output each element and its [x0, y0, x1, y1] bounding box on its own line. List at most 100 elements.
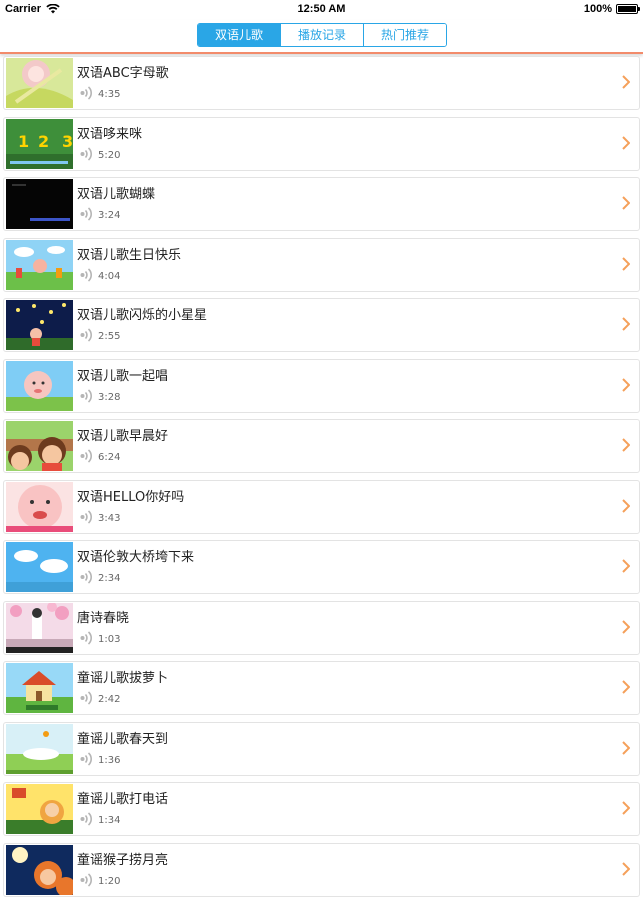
song-list: 双语ABC字母歌 4:35 123 双语哆来咪 5:20 双语儿歌蝴蝶 3:24… — [0, 56, 643, 903]
item-duration: 1:34 — [98, 815, 121, 826]
item-duration: 6:24 — [98, 452, 121, 463]
chevron-right-icon — [622, 135, 630, 150]
item-title: 童谣儿歌春天到 — [77, 731, 169, 747]
chevron-right-icon — [622, 861, 630, 876]
thumbnail-image — [6, 542, 73, 592]
speaker-icon — [80, 509, 93, 524]
chevron-right-icon — [622, 196, 630, 210]
list-item[interactable]: 双语HELLO你好吗 3:43 — [3, 479, 640, 534]
chevron-right-icon — [622, 498, 630, 513]
thumbnail-image — [6, 602, 73, 653]
speaker-icon — [80, 207, 93, 221]
speaker-icon — [80, 388, 93, 403]
thumbnail-image — [6, 239, 73, 290]
chevron-right-icon — [622, 438, 630, 452]
battery-fill — [618, 6, 636, 12]
tab-hot-recommendations[interactable]: 热门推荐 — [363, 24, 446, 46]
thumbnail-image — [6, 421, 73, 471]
list-item[interactable]: 童谣儿歌春天到 1:36 — [3, 721, 640, 776]
status-bar: Carrier 12:50 AM 100% — [0, 0, 643, 20]
item-title: 双语儿歌一起唱 — [77, 368, 169, 384]
list-item[interactable]: 双语儿歌闪烁的小星星 2:55 — [3, 298, 640, 352]
item-duration: 3:43 — [98, 512, 121, 524]
video-thumbnail — [6, 723, 73, 774]
item-title: 双语HELLO你好吗 — [77, 489, 185, 505]
tab-play-history[interactable]: 播放记录 — [280, 24, 363, 46]
speaker-icon — [80, 872, 93, 887]
svg-text:1: 1 — [18, 132, 29, 151]
speaker-icon — [80, 812, 93, 826]
item-duration: 5:20 — [98, 149, 121, 161]
item-title: 双语儿歌生日快乐 — [77, 247, 182, 263]
chevron-right-icon — [622, 801, 630, 815]
item-title: 双语哆来咪 — [77, 126, 143, 142]
item-duration: 3:28 — [98, 391, 121, 403]
chevron-right-icon — [622, 377, 630, 392]
list-item[interactable]: 双语儿歌早晨好 6:24 — [3, 419, 640, 473]
list-item[interactable]: 唐诗春晓 1:03 — [3, 600, 640, 655]
item-title: 童谣儿歌拔萝卜 — [77, 671, 169, 686]
item-duration: 1:03 — [98, 633, 121, 645]
svg-text:2: 2 — [38, 132, 49, 151]
item-title: 双语ABC字母歌 — [77, 66, 169, 81]
speaker-icon — [80, 328, 93, 342]
item-duration: 3:24 — [98, 210, 121, 221]
chevron-right-icon — [622, 740, 630, 755]
item-duration: 4:04 — [98, 270, 121, 282]
video-thumbnail — [6, 602, 73, 653]
chevron-right-icon — [622, 680, 630, 694]
item-title: 双语儿歌早晨好 — [77, 429, 169, 444]
battery-percent: 100% — [583, 3, 612, 15]
item-duration: 4:35 — [98, 89, 121, 100]
video-thumbnail — [6, 784, 73, 834]
item-title: 唐诗春晓 — [77, 610, 130, 626]
speaker-icon — [80, 449, 93, 463]
thumbnail-image — [6, 481, 73, 532]
item-title: 双语伦敦大桥垮下来 — [77, 550, 195, 565]
chevron-right-icon — [622, 75, 630, 89]
list-item[interactable]: 童谣儿歌打电话 1:34 — [3, 782, 640, 836]
thumbnail-image — [6, 844, 73, 895]
tab-bilingual-songs[interactable]: 双语儿歌 — [198, 24, 280, 46]
speaker-icon — [80, 146, 93, 161]
video-thumbnail — [6, 300, 73, 350]
speaker-icon — [80, 691, 93, 705]
list-item[interactable]: 童谣儿歌拔萝卜 2:42 — [3, 661, 640, 715]
video-thumbnail — [6, 542, 73, 592]
video-thumbnail — [6, 360, 73, 411]
battery-indicator: 100% — [583, 3, 640, 15]
thumbnail-image — [6, 360, 73, 411]
list-item[interactable]: 123 双语哆来咪 5:20 — [3, 116, 640, 171]
item-duration: 2:34 — [98, 573, 121, 584]
video-thumbnail — [6, 239, 73, 290]
chevron-right-icon — [622, 619, 630, 634]
list-item[interactable]: 双语伦敦大桥垮下来 2:34 — [3, 540, 640, 594]
item-duration: 1:36 — [98, 754, 121, 766]
speaker-icon — [80, 86, 93, 100]
list-item[interactable]: 双语儿歌生日快乐 4:04 — [3, 237, 640, 292]
list-item[interactable]: 童谣猴子捞月亮 1:20 — [3, 842, 640, 897]
thumbnail-image — [6, 300, 73, 350]
item-duration: 2:55 — [98, 331, 121, 342]
video-thumbnail: 123 — [6, 118, 73, 169]
chevron-right-icon — [622, 317, 630, 331]
thumbnail-image — [6, 58, 73, 108]
list-item[interactable]: 双语ABC字母歌 4:35 — [3, 56, 640, 110]
list-item[interactable]: 双语儿歌蝴蝶 3:24 — [3, 177, 640, 231]
thumbnail-image: 123 — [6, 118, 73, 169]
chevron-right-icon — [622, 256, 630, 271]
thumbnail-image — [6, 663, 73, 713]
speaker-icon — [80, 751, 93, 766]
list-item[interactable]: 双语儿歌一起唱 3:28 — [3, 358, 640, 413]
thumbnail-image — [6, 179, 73, 229]
segmented-control: 双语儿歌 播放记录 热门推荐 — [197, 23, 447, 47]
item-duration: 1:20 — [98, 875, 121, 887]
nav-bar: 双语儿歌 播放记录 热门推荐 — [0, 20, 643, 54]
item-title: 童谣儿歌打电话 — [77, 792, 169, 807]
status-time: 12:50 AM — [297, 3, 346, 15]
video-thumbnail — [6, 663, 73, 713]
video-thumbnail — [6, 179, 73, 229]
item-title: 双语儿歌闪烁的小星星 — [77, 308, 208, 323]
svg-text:3: 3 — [62, 132, 73, 151]
thumbnail-image — [6, 784, 73, 834]
